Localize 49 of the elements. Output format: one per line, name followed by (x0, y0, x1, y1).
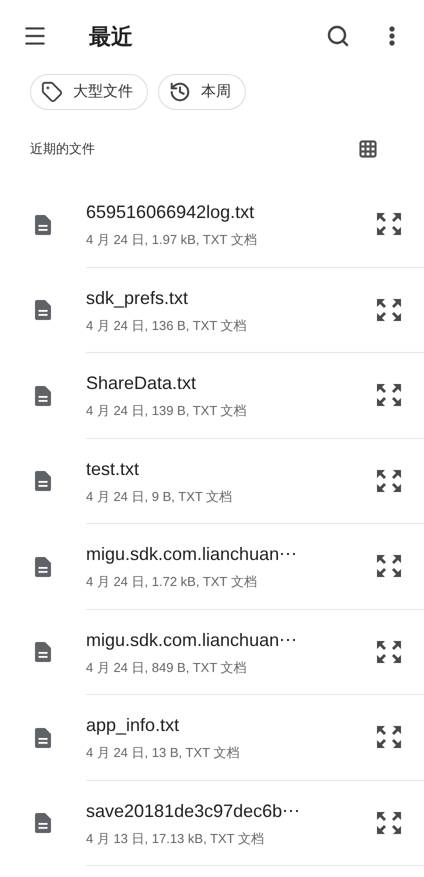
page-title: 最近 (89, 22, 133, 50)
document-icon (35, 300, 51, 320)
filter-chip[interactable]: 本周 (158, 74, 246, 110)
grid-view-button[interactable] (358, 139, 378, 159)
file-row[interactable]: test.txt 4 月 24 日, 9 B, TXT 文档 (0, 438, 424, 524)
section-title: 近期的文件 (30, 140, 95, 158)
expand-icon (376, 810, 402, 835)
expand-icon (376, 554, 402, 578)
file-details: 4 月 24 日, 1.72 kB, TXT 文档 (86, 573, 258, 591)
file-details: 4 月 24 日, 139 B, TXT 文档 (86, 402, 248, 420)
file-row[interactable]: app_info.txt 4 月 24 日, 13 B, TXT 文档 (0, 695, 424, 780)
file-row[interactable]: migu.sdk.com.lianchuan⋯ 4 月 24 日, 1.72 kB, TXT 文档 (0, 524, 424, 610)
document-icon (35, 471, 51, 492)
file-row[interactable]: 659516066942log.txt 4 月 24 日, 1.97 kB, TXT 文档 (0, 182, 424, 268)
document-icon (35, 386, 51, 406)
file-name: save20181de3c97dec6b⋯ (86, 800, 302, 822)
file-details: 4 月 24 日, 1.97 kB, TXT 文档 (86, 231, 258, 249)
document-icon (35, 642, 51, 662)
file-row[interactable]: sdk_prefs.txt 4 月 24 日, 136 B, TXT 文档 (0, 268, 424, 353)
expand-icon (376, 640, 402, 664)
file-name: ShareData.txt (86, 372, 198, 395)
expand-icon (376, 212, 402, 236)
history-icon (169, 81, 191, 103)
file-name: app_info.txt (86, 714, 180, 737)
file-name: migu.sdk.com.lianchuan⋯ (86, 543, 298, 566)
file-row[interactable]: ShareData.txt 4 月 24 日, 139 B, TXT 文档 (0, 353, 424, 438)
file-name: 659516066942log.txt (86, 201, 256, 224)
document-icon (35, 728, 51, 748)
document-icon (35, 813, 51, 834)
file-details: 4 月 13 日, 17.13 kB, TXT 文档 (86, 830, 265, 848)
expand-icon (376, 383, 402, 408)
expand-icon (376, 468, 402, 493)
more-options-icon (389, 26, 395, 46)
filter-chip[interactable]: 大型文件 (30, 74, 148, 110)
file-details: 4 月 24 日, 13 B, TXT 文档 (86, 744, 240, 762)
expand-icon (376, 725, 402, 750)
file-row[interactable]: save20181de3c97dec6b⋯ 4 月 13 日, 17.13 kB, TXT 文档 (0, 780, 424, 866)
file-details: 4 月 24 日, 136 B, TXT 文档 (86, 316, 248, 334)
file-details: 4 月 24 日, 849 B, TXT 文档 (86, 658, 248, 676)
file-name: migu.sdk.com.lianchuan⋯ (86, 628, 298, 652)
document-icon (35, 214, 51, 235)
file-row[interactable]: migu.sdk.com.lianchuan⋯ 4 月 24 日, 849 B, TXT 文档 (0, 610, 424, 695)
tag-icon (41, 81, 63, 103)
file-details: 4 月 24 日, 9 B, TXT 文档 (86, 488, 234, 506)
expand-icon (376, 298, 402, 322)
file-name: test.txt (86, 458, 140, 480)
search-button[interactable] (326, 24, 350, 48)
document-icon (35, 556, 51, 577)
file-name: sdk_prefs.txt (86, 286, 190, 310)
